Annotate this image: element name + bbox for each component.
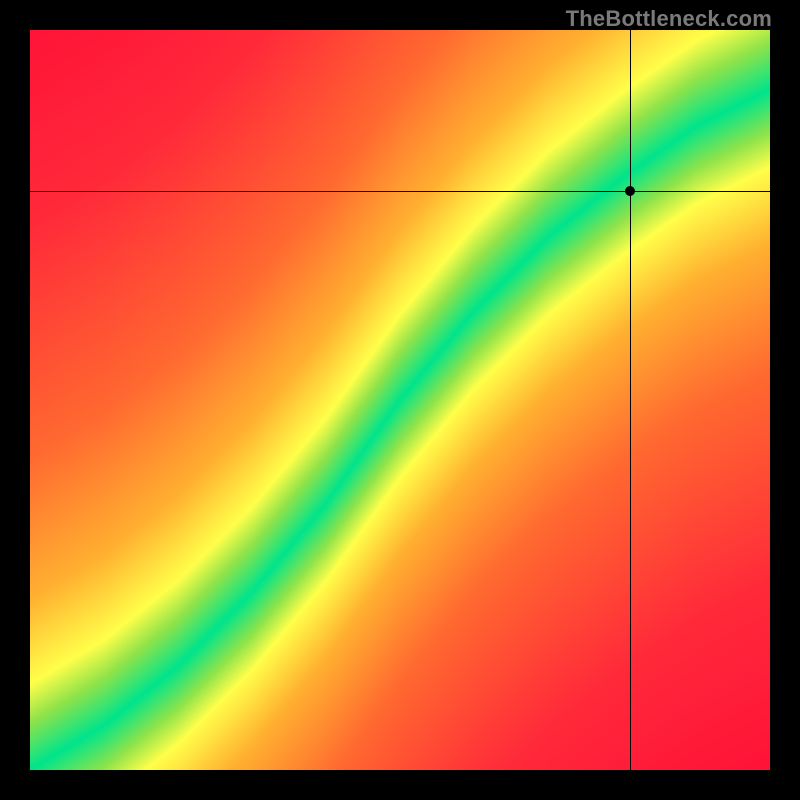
crosshair-horizontal <box>30 191 770 192</box>
marker-dot <box>625 186 635 196</box>
crosshair-vertical <box>630 30 631 770</box>
watermark-text: TheBottleneck.com <box>566 6 772 32</box>
bottleneck-heatmap <box>30 30 770 770</box>
